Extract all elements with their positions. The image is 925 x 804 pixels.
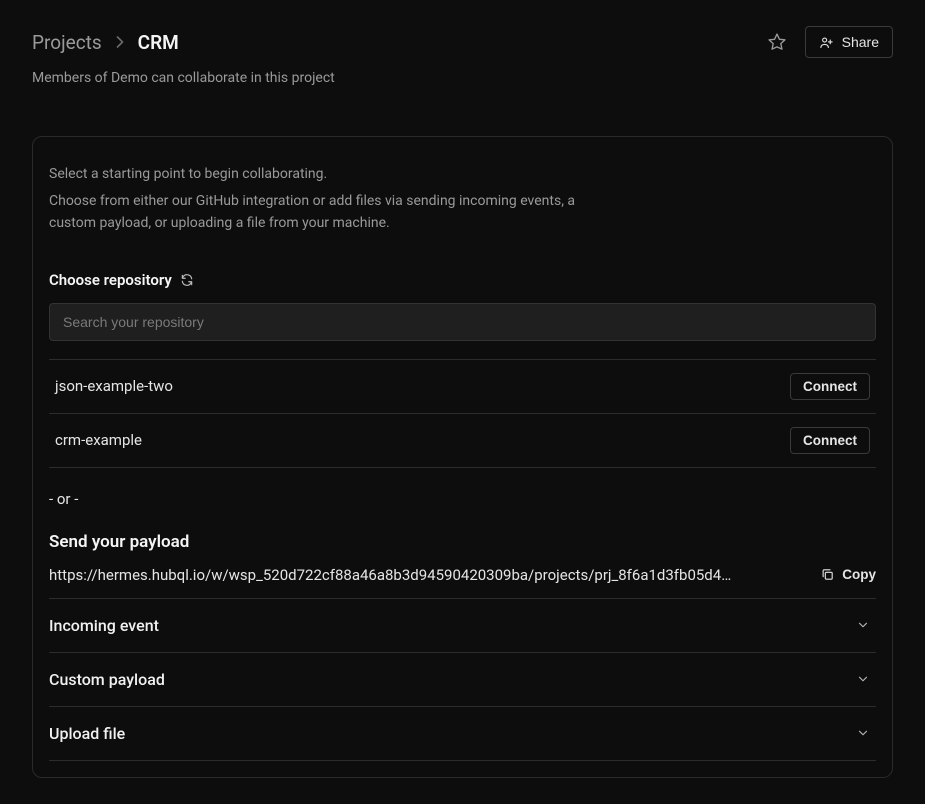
user-plus-icon <box>819 35 834 50</box>
repo-row: json-example-two Connect <box>49 360 876 414</box>
breadcrumb: Projects CRM <box>32 31 179 54</box>
repo-name: crm-example <box>55 431 142 449</box>
accordion-item-upload-file[interactable]: Upload file <box>49 707 876 761</box>
breadcrumb-root-link[interactable]: Projects <box>32 31 102 54</box>
copy-url-button[interactable]: Copy <box>820 567 876 582</box>
connect-button[interactable]: Connect <box>790 427 870 454</box>
star-icon <box>767 32 787 52</box>
share-button[interactable]: Share <box>805 26 893 58</box>
choose-repo-heading: Choose repository <box>49 271 876 289</box>
breadcrumb-current: CRM <box>138 31 179 54</box>
accordion-item-custom-payload[interactable]: Custom payload <box>49 653 876 707</box>
repo-row: crm-example Connect <box>49 414 876 468</box>
search-repository-input[interactable] <box>49 303 876 341</box>
repo-name: json-example-two <box>55 377 173 395</box>
accordion-item-incoming-event[interactable]: Incoming event <box>49 599 876 653</box>
copy-icon <box>820 567 835 582</box>
refresh-icon[interactable] <box>180 273 194 287</box>
repo-list: json-example-two Connect crm-example Con… <box>49 359 876 468</box>
connect-button[interactable]: Connect <box>790 373 870 400</box>
choose-repo-label: Choose repository <box>49 271 172 289</box>
accordion-label: Incoming event <box>49 616 159 635</box>
send-payload-heading: Send your payload <box>49 532 876 552</box>
chevron-right-icon <box>116 36 124 48</box>
copy-button-label: Copy <box>842 567 876 582</box>
intro-line-2: Choose from either our GitHub integratio… <box>49 191 609 234</box>
project-subtitle: Members of Demo can collaborate in this … <box>32 70 893 86</box>
payload-url: https://hermes.hubql.io/w/wsp_520d722cf8… <box>49 566 796 584</box>
chevron-down-icon <box>856 618 870 632</box>
payload-accordion: Incoming event Custom payload Upload fil… <box>49 598 876 761</box>
accordion-label: Custom payload <box>49 670 165 689</box>
star-button[interactable] <box>763 28 791 56</box>
chevron-down-icon <box>856 672 870 686</box>
or-divider: - or - <box>49 490 876 508</box>
accordion-label: Upload file <box>49 724 125 743</box>
onboarding-card: Select a starting point to begin collabo… <box>32 136 893 778</box>
chevron-down-icon <box>856 726 870 740</box>
share-button-label: Share <box>842 34 879 50</box>
intro-line-1: Select a starting point to begin collabo… <box>49 163 876 185</box>
